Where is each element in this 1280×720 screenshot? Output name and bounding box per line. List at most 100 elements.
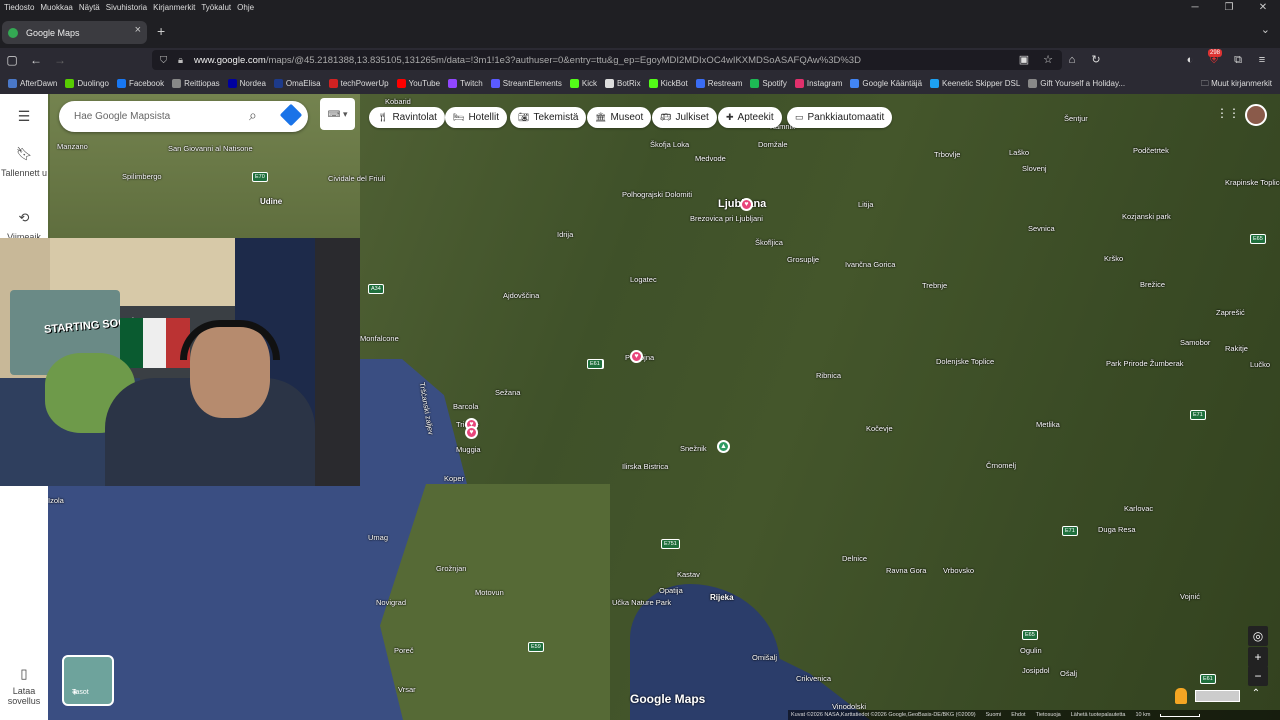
heart-pin-icon[interactable]: ♥: [630, 350, 643, 363]
map-place-label[interactable]: Brezovica pri Ljubljani: [690, 214, 763, 223]
map-place-label[interactable]: Ribnica: [816, 371, 841, 380]
map-place-label[interactable]: Trebnje: [922, 281, 947, 290]
tab-google-maps[interactable]: Google Maps ×: [2, 21, 147, 44]
forward-icon[interactable]: →: [48, 53, 72, 67]
chip-things-to-do[interactable]: 📷︎ Tekemistä: [510, 107, 587, 128]
map-place-label[interactable]: Ivančna Gorica: [845, 260, 895, 269]
map-place-label[interactable]: Šentjur: [1064, 114, 1088, 123]
map-place-label[interactable]: Ošalj: [1060, 669, 1077, 678]
map-place-label[interactable]: Grosuplje: [787, 255, 819, 264]
reload-icon[interactable]: ↻: [1084, 51, 1108, 69]
bookmark-item[interactable]: Twitch: [448, 78, 483, 88]
pegman-icon[interactable]: [1175, 688, 1187, 704]
account-avatar[interactable]: [1245, 104, 1267, 126]
my-location-icon[interactable]: ◎: [1248, 626, 1268, 646]
link-terms[interactable]: Ehdot: [1011, 712, 1025, 718]
bookmark-item[interactable]: Google Kääntäjä: [850, 78, 922, 88]
map-place-label[interactable]: Litija: [858, 200, 873, 209]
map-place-label[interactable]: Cividale del Friuli: [328, 174, 385, 183]
layers-button[interactable]: ◈ Tasot: [62, 655, 114, 706]
map-place-label[interactable]: Vrbovsko: [943, 566, 974, 575]
map-place-label[interactable]: Sežana: [495, 388, 520, 397]
heart-pin-icon[interactable]: ♥: [740, 198, 753, 211]
bookmark-item[interactable]: Nordea: [227, 78, 266, 88]
new-tab-button[interactable]: +: [157, 23, 165, 39]
map-place-label[interactable]: Park Prirode Žumberak: [1106, 359, 1184, 368]
app-menu-icon[interactable]: ≡: [1250, 51, 1274, 69]
restore-button[interactable]: ❐: [1212, 0, 1246, 15]
bookmark-item[interactable]: Spotify: [750, 78, 787, 88]
map-place-label[interactable]: Spilimbergo: [122, 172, 162, 181]
saved-label[interactable]: Tallennett u: [0, 168, 48, 178]
map-place-label[interactable]: Josipdol: [1022, 666, 1050, 675]
other-bookmarks[interactable]: 🗀︎ Muut kirjanmerkit: [1201, 78, 1272, 92]
tab-close-icon[interactable]: ×: [135, 24, 141, 36]
zoom-out-button[interactable]: −: [1248, 666, 1268, 686]
map-place-label[interactable]: Medvode: [695, 154, 726, 163]
map-place-label[interactable]: Samobor: [1180, 338, 1210, 347]
map-place-label[interactable]: Ilirska Bistrica: [622, 462, 668, 471]
map-place-label[interactable]: Kočevje: [866, 424, 893, 433]
phone-icon[interactable]: ▯: [0, 666, 48, 682]
directions-icon[interactable]: [279, 103, 303, 127]
chip-museums[interactable]: 🏛︎ Museot: [587, 107, 652, 128]
expand-icon[interactable]: ⌃: [1248, 688, 1264, 704]
chip-atms[interactable]: ▭ Pankkiautomaatit: [787, 107, 893, 128]
map-place-label[interactable]: Kobarid: [385, 97, 411, 106]
map-place-label[interactable]: Vrsar: [398, 685, 416, 694]
menu-file[interactable]: Tiedosto: [4, 3, 34, 12]
map-place-label[interactable]: Koper: [444, 474, 464, 483]
bookmark-star-icon[interactable]: ☆: [1036, 51, 1060, 69]
map-place-label[interactable]: Novigrad: [376, 598, 406, 607]
map-place-label[interactable]: Brežice: [1140, 280, 1165, 289]
zoom-in-button[interactable]: +: [1248, 647, 1268, 667]
map-place-label[interactable]: Opatija: [659, 586, 683, 595]
map-place-label[interactable]: Izola: [48, 496, 64, 505]
map-place-label[interactable]: Slovenj: [1022, 164, 1047, 173]
menu-help[interactable]: Ohje: [237, 3, 254, 12]
tab-list-button[interactable]: ⌄: [1261, 23, 1270, 36]
home-icon[interactable]: ⌂: [1060, 51, 1084, 69]
map-place-label[interactable]: Vojnić: [1180, 592, 1200, 601]
map-place-label[interactable]: Kozjanski park: [1122, 212, 1171, 221]
map-place-label[interactable]: Kastav: [677, 570, 700, 579]
map-place-label[interactable]: Metlika: [1036, 420, 1060, 429]
bookmark-item[interactable]: KickBot: [648, 78, 688, 88]
map-place-label[interactable]: Učka Nature Park: [612, 598, 671, 607]
chip-transit[interactable]: 🚌︎ Julkiset: [652, 107, 717, 128]
bookmark-icon[interactable]: 🔖︎: [0, 146, 48, 162]
bookmark-item[interactable]: Gift Yourself a Holiday...: [1028, 78, 1125, 88]
map-place-label[interactable]: Crikvenica: [796, 674, 831, 683]
chip-hotels[interactable]: 🛏︎ Hotellit: [445, 107, 508, 128]
bookmark-item[interactable]: Restream: [695, 78, 742, 88]
map-place-label[interactable]: Snežnik: [680, 444, 707, 453]
menu-hamburger-icon[interactable]: ☰: [0, 108, 48, 125]
close-window-button[interactable]: ✕: [1246, 0, 1280, 15]
link-language[interactable]: Suomi: [986, 712, 1002, 718]
map-place-label[interactable]: Rakitje: [1225, 344, 1248, 353]
mini-layers-button[interactable]: [1195, 690, 1240, 702]
bookmark-item[interactable]: Reittiopas: [172, 78, 220, 88]
link-feedback[interactable]: Lähetä tuotepalautetta: [1071, 712, 1126, 718]
menu-history[interactable]: Sivuhistoria: [106, 3, 147, 12]
map-place-label[interactable]: Udine: [260, 197, 282, 206]
keyboard-input-button[interactable]: ⌨ ▾: [320, 98, 355, 130]
chip-restaurants[interactable]: 🍴︎ Ravintolat: [369, 107, 445, 128]
map-place-label[interactable]: Domžale: [758, 140, 788, 149]
map-place-label[interactable]: Podčetrtek: [1133, 146, 1169, 155]
map-place-label[interactable]: Zaprešić: [1216, 308, 1245, 317]
bookmark-item[interactable]: Instagram: [794, 78, 842, 88]
map-place-label[interactable]: Črnomelj: [986, 461, 1016, 470]
map-place-label[interactable]: Sevnica: [1028, 224, 1055, 233]
map-place-label[interactable]: Muggia: [456, 445, 481, 454]
map-place-label[interactable]: Poreč: [394, 646, 414, 655]
sidebar-toggle-icon[interactable]: ▢: [0, 53, 24, 67]
search-icon[interactable]: ⌕: [249, 107, 257, 124]
map-place-label[interactable]: Polhograjski Dolomiti: [622, 190, 692, 199]
bookmark-item[interactable]: YouTube: [396, 78, 440, 88]
bookmark-item[interactable]: Duolingo: [65, 78, 109, 88]
map-place-label[interactable]: Motovun: [475, 588, 504, 597]
map-place-label[interactable]: Ajdovščina: [503, 291, 539, 300]
bookmark-item[interactable]: AfterDawn: [8, 78, 57, 88]
mountain-pin-icon[interactable]: ▲: [717, 440, 730, 453]
